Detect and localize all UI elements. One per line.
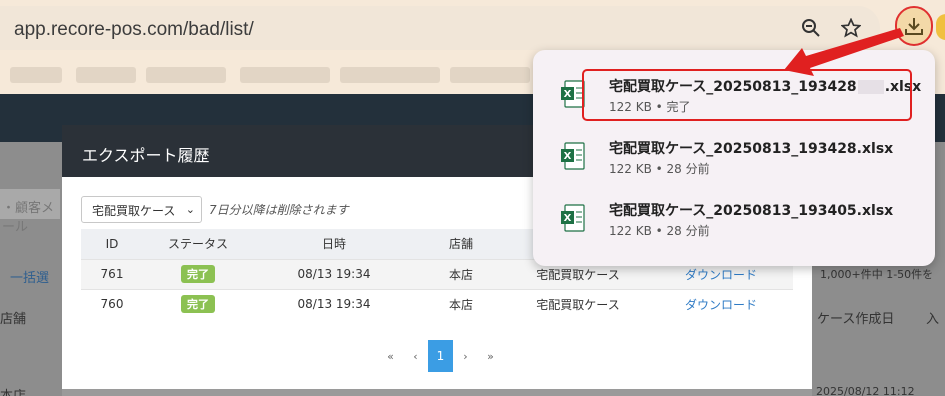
bookmark-item[interactable] — [146, 67, 226, 83]
search-hint: ・顧客メール — [2, 201, 55, 235]
created-column-header: ケース作成日 — [817, 312, 895, 327]
retention-note: 7日分以降は削除されます — [209, 203, 349, 217]
download-link[interactable]: ダウンロード — [685, 268, 757, 282]
annotation-arrow — [784, 28, 904, 76]
next-page-button[interactable]: › — [453, 350, 478, 363]
status-cell: 完了 — [143, 288, 253, 319]
address-bar[interactable]: app.recore-pos.com/bad/list/ — [0, 6, 880, 50]
bookmark-item[interactable] — [450, 67, 530, 83]
datetime-cell: 08/13 19:34 — [253, 258, 415, 289]
result-count: 1,000+件中 1-50件を — [820, 268, 934, 281]
store-cell: 本店 — [0, 385, 26, 396]
store-cell: 本店 — [415, 288, 507, 319]
pagination: « ‹ 1 › » — [378, 340, 503, 372]
bookmark-item[interactable] — [10, 67, 62, 83]
status-badge: 完了 — [181, 265, 215, 283]
download-link[interactable]: ダウンロード — [685, 298, 757, 312]
excel-file-icon: X — [561, 204, 585, 232]
datetime-cell: 08/13 19:34 — [253, 288, 415, 319]
column-header: 店舗 — [415, 229, 507, 259]
status-cell: 完了 — [143, 258, 253, 289]
bookmark-item[interactable] — [240, 67, 330, 83]
id-cell: 761 — [81, 258, 143, 289]
search-field[interactable]: ・顧客メール — [0, 189, 60, 235]
bookmark-item[interactable] — [76, 67, 136, 83]
excel-file-icon: X — [561, 142, 585, 170]
type-cell: 宅配買取ケース — [507, 288, 649, 319]
action-cell: ダウンロード — [649, 288, 793, 319]
file-meta: 122 KB • 28 分前 — [609, 224, 710, 238]
url-text[interactable]: app.recore-pos.com/bad/list/ — [14, 19, 254, 41]
id-cell: 760 — [81, 288, 143, 319]
last-page-button[interactable]: » — [478, 350, 503, 363]
file-meta: 122 KB • 28 分前 — [609, 162, 710, 176]
store-column-header: 店舗 — [0, 312, 27, 327]
svg-text:X: X — [564, 151, 572, 162]
table-row: 760 完了 08/13 19:34 本店 宅配買取ケース ダウンロード — [81, 288, 793, 319]
download-item[interactable]: X 宅配買取ケース_20250813_193405.xlsx 122 KB • … — [533, 188, 935, 250]
download-item[interactable]: X 宅配買取ケース_20250813_193428.xlsx 122 KB • … — [533, 126, 935, 188]
bookmark-item[interactable] — [340, 67, 440, 83]
file-name: 宅配買取ケース_20250813_193428.xlsx — [609, 141, 894, 157]
current-page-button[interactable]: 1 — [428, 340, 453, 372]
chevron-down-icon: ⌄ — [185, 203, 195, 216]
status-badge: 完了 — [181, 295, 215, 314]
profile-avatar[interactable] — [936, 14, 945, 40]
case-type-value: 宅配買取ケース — [92, 204, 176, 218]
case-type-select[interactable]: 宅配買取ケース ⌄ — [81, 196, 202, 223]
input-column-header: 入 — [926, 312, 940, 327]
prev-page-button[interactable]: ‹ — [403, 350, 428, 363]
column-header: ステータス — [143, 229, 253, 259]
column-header: ID — [81, 229, 143, 259]
svg-text:X: X — [564, 89, 572, 100]
column-header: 日時 — [253, 229, 415, 259]
svg-text:X: X — [564, 213, 572, 224]
file-name: 宅配買取ケース_20250813_193405.xlsx — [609, 203, 894, 219]
first-page-button[interactable]: « — [378, 350, 403, 363]
bulk-button[interactable]: 一括選 — [10, 267, 49, 286]
store-cell: 本店 — [415, 258, 507, 289]
created-date-cell: 2025/08/12 11:12 — [816, 385, 915, 396]
